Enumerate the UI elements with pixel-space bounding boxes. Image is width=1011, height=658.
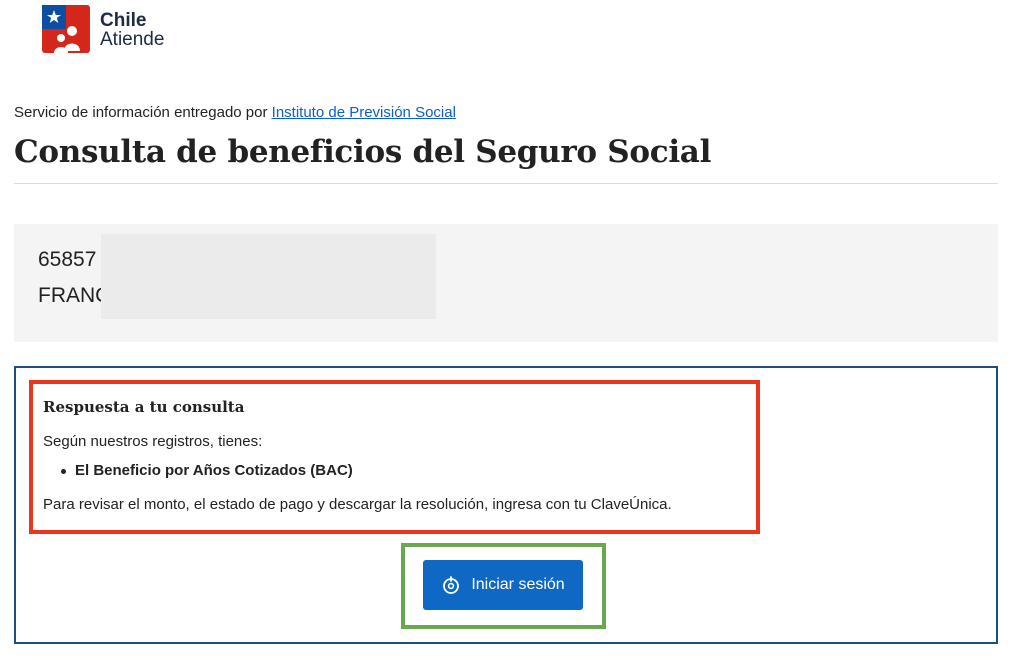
chileatiende-logo-icon <box>42 5 92 55</box>
login-button[interactable]: Iniciar sesión <box>423 560 583 610</box>
result-panel: Respuesta a tu consulta Según nuestros r… <box>14 366 998 644</box>
user-info-box: 65857 FRANC <box>14 224 998 342</box>
provider-notice: Servicio de información entregado por In… <box>14 104 456 121</box>
page-title: Consulta de beneficios del Seguro Social <box>14 134 712 170</box>
user-name: FRANC <box>38 284 111 307</box>
provider-link[interactable]: Instituto de Previsión Social <box>272 104 456 121</box>
clave-unica-icon <box>441 575 461 595</box>
user-id: 65857 <box>38 248 97 271</box>
benefit-list: El Beneficio por Años Cotizados (BAC) <box>43 462 756 479</box>
benefit-item: El Beneficio por Años Cotizados (BAC) <box>61 462 756 479</box>
chileatiende-logo[interactable]: Chile Atiende <box>42 5 164 55</box>
response-highlight-box: Respuesta a tu consulta Según nuestros r… <box>29 380 760 534</box>
provider-prefix: Servicio de información entregado por <box>14 104 272 121</box>
logo-text-line1: Chile <box>100 10 147 31</box>
redaction-overlay <box>101 234 436 319</box>
page: Chile Atiende Servicio de información en… <box>0 0 1011 658</box>
response-title: Respuesta a tu consulta <box>43 398 245 416</box>
response-footer: Para revisar el monto, el estado de pago… <box>43 496 672 513</box>
logo-text-line2: Atiende <box>100 29 165 50</box>
login-highlight-box: Iniciar sesión <box>401 543 606 629</box>
login-button-label: Iniciar sesión <box>471 576 565 593</box>
response-intro: Según nuestros registros, tienes: <box>43 433 263 450</box>
title-divider <box>14 183 998 184</box>
